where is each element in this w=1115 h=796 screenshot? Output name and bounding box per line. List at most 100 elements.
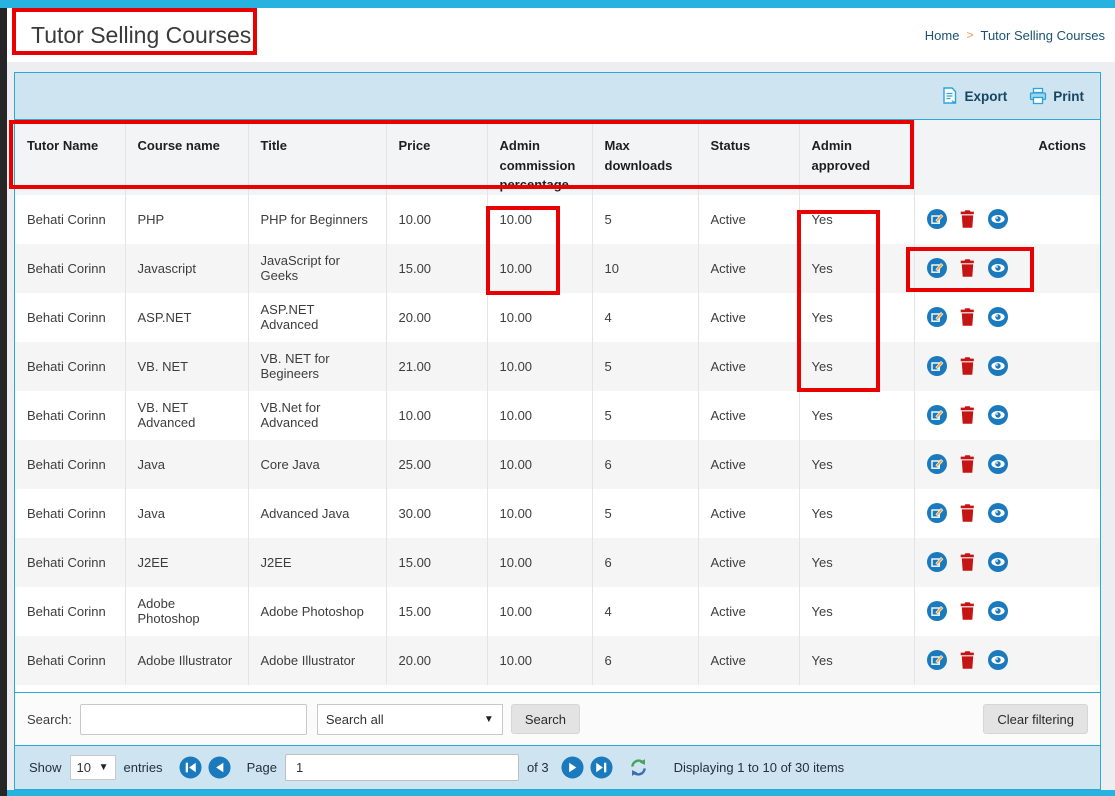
view-button[interactable] [988,650,1008,670]
edit-icon [927,454,947,474]
print-button[interactable]: Print [1029,87,1084,105]
view-button[interactable] [988,454,1008,474]
last-page-button[interactable] [590,756,613,779]
entries-select[interactable]: 10 ▼ [70,755,116,780]
cell-price: 21.00 [386,342,487,391]
delete-button[interactable] [958,503,977,523]
entries-label: entries [124,760,163,775]
edit-button[interactable] [927,405,947,425]
edit-icon [927,258,947,278]
table-row: Behati Corinn J2EE J2EE 15.00 10.00 6 Ac… [15,538,1100,587]
cell-title: JavaScript for Geeks [248,244,386,293]
previous-page-icon [208,756,231,779]
left-edge-strip [0,8,7,796]
cell-max-downloads: 4 [592,587,698,636]
cell-status: Active [698,587,799,636]
delete-button[interactable] [958,405,977,425]
cell-actions [914,342,1100,391]
table-row: Behati Corinn Java Core Java 25.00 10.00… [15,440,1100,489]
edit-button[interactable] [927,356,947,376]
cell-actions [914,195,1100,244]
col-header-tutor-name: Tutor Name [15,120,125,195]
edit-icon [927,405,947,425]
page-number-input[interactable] [285,754,519,781]
cell-title: Advanced Java [248,489,386,538]
col-header-course-name: Course name [125,120,248,195]
clear-filtering-button[interactable]: Clear filtering [983,704,1088,734]
edit-icon [927,307,947,327]
edit-button[interactable] [927,503,947,523]
eye-icon [988,503,1008,523]
edit-button[interactable] [927,601,947,621]
export-button[interactable]: Export [941,87,1007,105]
page-label: Page [247,760,277,775]
cell-title: Adobe Illustrator [248,636,386,685]
delete-button[interactable] [958,601,977,621]
cell-admin-approved: Yes [799,195,914,244]
cell-status: Active [698,342,799,391]
view-button[interactable] [988,552,1008,572]
cell-commission: 10.00 [487,636,592,685]
delete-button[interactable] [958,552,977,572]
cell-title: J2EE [248,538,386,587]
cell-tutor-name: Behati Corinn [15,342,125,391]
cell-commission: 10.00 [487,391,592,440]
edit-button[interactable] [927,552,947,572]
cell-course-name: J2EE [125,538,248,587]
search-filter-select[interactable]: Search all ▼ [317,704,503,735]
trash-icon [958,209,977,229]
cell-course-name: Java [125,440,248,489]
first-page-button[interactable] [179,756,202,779]
table-body: Behati Corinn PHP PHP for Beginners 10.0… [15,195,1100,685]
table-row: Behati Corinn Adobe Photoshop Adobe Phot… [15,587,1100,636]
search-button[interactable]: Search [511,704,580,734]
cell-course-name: Adobe Photoshop [125,587,248,636]
chevron-down-icon: ▼ [484,714,494,725]
delete-button[interactable] [958,650,977,670]
view-button[interactable] [988,601,1008,621]
cell-price: 30.00 [386,489,487,538]
cell-commission: 10.00 [487,489,592,538]
cell-tutor-name: Behati Corinn [15,195,125,244]
cell-admin-approved: Yes [799,538,914,587]
view-button[interactable] [988,405,1008,425]
trash-icon [958,650,977,670]
breadcrumb-home[interactable]: Home [925,28,960,43]
cell-actions [914,636,1100,685]
view-button[interactable] [988,209,1008,229]
edit-button[interactable] [927,307,947,327]
delete-button[interactable] [958,356,977,376]
next-page-button[interactable] [561,756,584,779]
eye-icon [988,356,1008,376]
edit-button[interactable] [927,650,947,670]
edit-button[interactable] [927,258,947,278]
view-button[interactable] [988,356,1008,376]
cell-commission: 10.00 [487,440,592,489]
view-button[interactable] [988,503,1008,523]
cell-admin-approved: Yes [799,489,914,538]
view-button[interactable] [988,307,1008,327]
delete-button[interactable] [958,258,977,278]
trash-icon [958,405,977,425]
chevron-down-icon: ▼ [99,762,109,773]
view-button[interactable] [988,258,1008,278]
delete-button[interactable] [958,307,977,327]
cell-commission: 10.00 [487,538,592,587]
cell-course-name: Adobe Illustrator [125,636,248,685]
edit-icon [927,209,947,229]
page-title: Tutor Selling Courses [31,8,251,62]
refresh-button[interactable] [629,758,648,777]
edit-button[interactable] [927,209,947,229]
trash-icon [958,454,977,474]
edit-button[interactable] [927,454,947,474]
eye-icon [988,650,1008,670]
delete-button[interactable] [958,209,977,229]
previous-page-button[interactable] [208,756,231,779]
delete-button[interactable] [958,454,977,474]
search-input[interactable] [80,704,307,735]
eye-icon [988,454,1008,474]
cell-commission: 10.00 [487,195,592,244]
page-header: Tutor Selling Courses Home > Tutor Selli… [7,8,1115,62]
cell-status: Active [698,440,799,489]
cell-title: VB.Net for Advanced [248,391,386,440]
